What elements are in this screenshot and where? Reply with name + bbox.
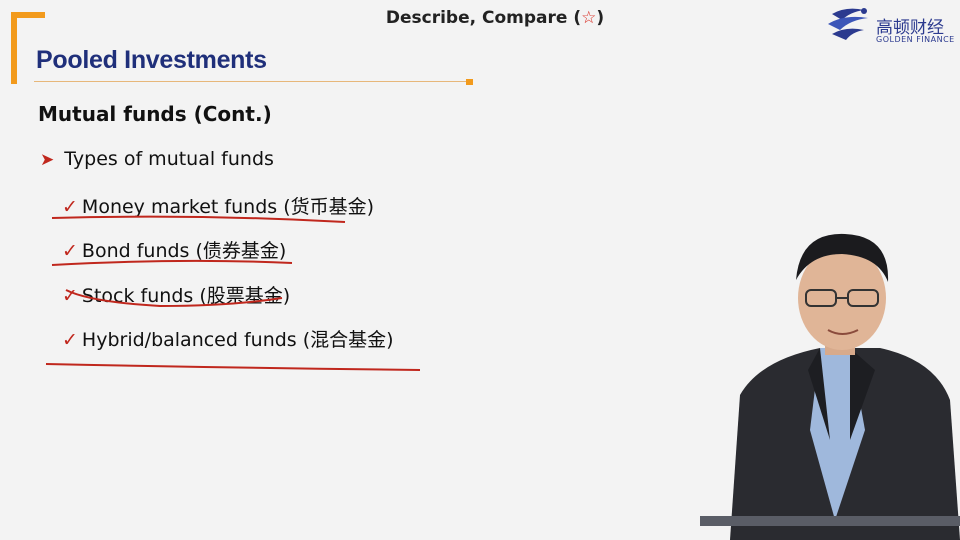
subheading: Mutual funds (Cont.) — [38, 102, 272, 126]
list-item: ✓ Bond funds (债券基金) — [62, 236, 286, 263]
header-title-suffix: ) — [596, 8, 605, 28]
logo-name-en: GOLDEN FINANCE — [876, 35, 955, 44]
checkmark-icon: ✓ — [62, 240, 78, 262]
golden-finance-logo: 高顿财经 GOLDEN FINANCE — [824, 4, 960, 48]
title-divider-dot — [466, 79, 473, 85]
list-item-label: Stock funds (股票基金) — [81, 285, 291, 307]
arrow-bullet-icon: ➤ — [40, 150, 55, 170]
list-item-label: Bond funds (债券基金) — [81, 240, 287, 262]
slide: Describe, Compare (☆) Pooled Investments… — [0, 0, 960, 540]
checkmark-icon: ✓ — [62, 196, 78, 218]
golden-finance-logo-icon — [828, 8, 868, 40]
header-title-prefix: Describe, Compare ( — [385, 8, 582, 28]
star-icon: ☆ — [581, 8, 597, 28]
list-item: ✓ Money market funds (货币基金) — [62, 192, 374, 219]
presenter-video — [700, 233, 960, 540]
list-item: ✓ Stock funds (股票基金) — [62, 281, 290, 308]
section-title: Pooled Investments — [36, 46, 267, 74]
list-item: ✓ Hybrid/balanced funds (混合基金) — [62, 325, 394, 352]
header-title: Describe, Compare (☆) — [0, 8, 960, 28]
list-item-label: Hybrid/balanced funds (混合基金) — [81, 329, 394, 351]
bullet-label: Types of mutual funds — [64, 148, 274, 170]
list-item-label: Money market funds (货币基金) — [81, 196, 375, 218]
title-divider — [34, 81, 468, 82]
checkmark-icon: ✓ — [62, 285, 78, 307]
underline-stroke — [45, 363, 421, 371]
bullet-item: ➤ Types of mutual funds — [40, 148, 274, 170]
checkmark-icon: ✓ — [62, 329, 78, 351]
